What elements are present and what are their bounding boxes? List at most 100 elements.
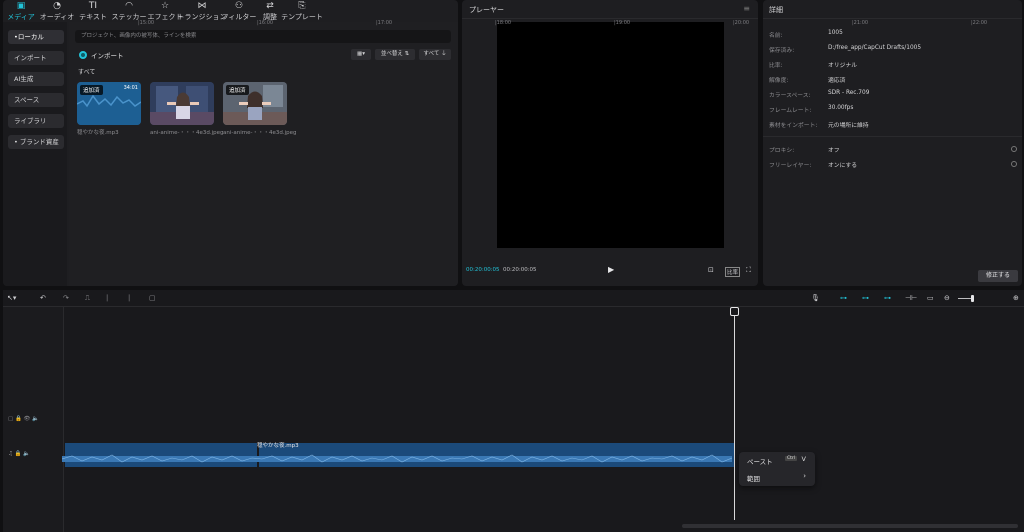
section-all: すべて	[78, 69, 96, 76]
sticker-icon: ◠	[125, 1, 133, 11]
import-radio-icon[interactable]	[79, 51, 87, 59]
preview-icon[interactable]: ▭	[927, 292, 934, 304]
total-timecode: 00:20:00:05	[503, 267, 537, 273]
detail-row-freelayer[interactable]: フリーレイヤー: オンにする	[769, 160, 857, 170]
redo-icon[interactable]: ↷	[63, 292, 69, 304]
context-menu: ペースト Ctrl V 範囲 ›	[739, 452, 815, 486]
play-icon[interactable]: ▶	[608, 265, 614, 274]
sidebar-item-local[interactable]: •ローカル	[8, 30, 64, 44]
detail-row-ratio: 比率: オリジナル	[769, 63, 857, 69]
ratio-button[interactable]: 比率	[725, 267, 741, 277]
divider	[763, 136, 1022, 137]
effect-icon: ☆	[160, 1, 170, 11]
zoom-slider-handle[interactable]	[971, 295, 974, 302]
filter-icon: ⚇	[234, 1, 244, 11]
detail-row-resolution: 解像度: 適応済	[769, 78, 846, 84]
trim-right-icon[interactable]: ⎸	[129, 292, 136, 304]
media-content: プロジェクト、画像内の被写体、ラインを検索 インポート ▦▾ 並べ替え ⇅ すべ…	[69, 22, 458, 286]
tab-audio[interactable]: ◔ オーディオ	[39, 0, 75, 22]
sidebar-item-space[interactable]: スペース	[8, 93, 64, 107]
added-badge: 追加済	[80, 85, 103, 95]
text-icon: TI	[88, 1, 98, 11]
detail-row-framerate: フレームレート: 30.00fps	[769, 105, 854, 114]
media-sidebar: •ローカル インポート AI生成 スペース ライブラリ • ブランド資産	[3, 22, 67, 286]
timeline-panel: ↖▾ ↶ ↷ ⎍ ⎸ ⎸ ▢ 🎙 ⊶ ⊶ ⊶ ⊣⊢ ▭ ⊖ ⊕ ▢ 🔒 👁 🔈 …	[3, 290, 1024, 532]
media-card-image-2[interactable]: 追加済	[223, 82, 287, 125]
magnet-icon[interactable]: ⊶	[862, 292, 869, 304]
sidebar-item-library[interactable]: ライブラリ	[8, 114, 64, 128]
select-tool-icon[interactable]: ↖▾	[7, 292, 16, 304]
fullscreen-icon[interactable]: ⛶	[746, 266, 751, 275]
trim-left-icon[interactable]: ⎸	[107, 292, 114, 304]
tab-text[interactable]: TI テキスト	[75, 0, 111, 22]
tab-adjust[interactable]: ⇄ 調整	[257, 0, 283, 22]
template-icon: ⎘	[298, 1, 306, 11]
link2-icon[interactable]: ⊶	[884, 292, 891, 304]
sidebar-item-ai[interactable]: AI生成	[8, 72, 64, 86]
modify-button[interactable]: 修正する	[978, 270, 1018, 282]
tab-filter[interactable]: ⚇ フィルター	[221, 0, 257, 22]
menu-item-paste[interactable]: ペースト	[747, 456, 773, 466]
info-icon[interactable]	[1011, 161, 1017, 167]
sidebar-item-import[interactable]: インポート	[8, 51, 64, 65]
media-icon: ▣	[16, 1, 26, 11]
transition-icon: ⋈	[197, 1, 207, 11]
info-icon[interactable]	[1011, 146, 1017, 152]
clip-label: 穏やかな夜.mp3	[257, 443, 299, 449]
fit-icon[interactable]: ⊡	[708, 266, 714, 274]
delete-icon[interactable]: ▢	[149, 292, 156, 304]
player-title: プレーヤー	[469, 6, 504, 14]
detail-row-saved: 保存済み: D:/free_app/CapCut Drafts/1005	[769, 45, 922, 54]
media-card-image-1[interactable]	[150, 82, 214, 125]
audio-track-controls[interactable]: ♫ 🔒 🔈	[8, 450, 30, 458]
media-name-audio: 穏やかな夜.mp3	[77, 130, 119, 136]
media-tab-bar: ▣ メディア ◔ オーディオ TI テキスト ◠ ステッカー ☆ エフェクト ⋈ トランジシ…	[3, 0, 458, 22]
zoom-in-icon[interactable]: ⊕	[1013, 292, 1019, 304]
import-label: インポート	[91, 52, 124, 60]
zoom-out-icon[interactable]: ⊖	[944, 292, 950, 304]
detail-row-proxy[interactable]: プロキシ: オフ	[769, 145, 840, 155]
tab-sticker[interactable]: ◠ ステッカー	[111, 0, 147, 22]
divider	[462, 18, 758, 19]
ruler-tick: |19:00	[614, 20, 631, 26]
split-clip-icon[interactable]: ⎍	[85, 292, 90, 304]
chevron-right-icon: ›	[803, 472, 806, 480]
media-panel: ▣ メディア ◔ オーディオ TI テキスト ◠ ステッカー ☆ エフェクト ⋈ トランジシ…	[3, 0, 458, 286]
shortcut-key: V	[801, 455, 806, 463]
preview-screen[interactable]	[497, 22, 724, 248]
horizontal-scrollbar[interactable]	[682, 524, 1018, 528]
media-name-image-1: ani-anime-・・・4e3d.jpeg	[150, 130, 224, 136]
media-name-image-2: ani-anime-・・・4e3d.jpeg	[223, 130, 297, 136]
sort-button[interactable]: 並べ替え ⇅	[375, 49, 415, 60]
tab-transition[interactable]: ⋈ トランジション	[178, 0, 227, 22]
playhead[interactable]	[734, 308, 735, 520]
ruler-tick: |20:00	[733, 20, 750, 26]
filter-button[interactable]: すべて ⏚	[419, 49, 451, 60]
anime-thumb-1	[150, 82, 214, 125]
ruler-tick: |16:00	[257, 20, 274, 26]
detail-row-colorspace: カラースペース: SDR - Rec.709	[769, 90, 870, 99]
duration-label: 34:01	[123, 85, 138, 91]
tab-media[interactable]: ▣ メディア	[3, 0, 39, 22]
sidebar-item-brand[interactable]: • ブランド資産	[8, 135, 64, 149]
link-icon[interactable]: ⊶	[840, 292, 847, 304]
ruler-tick: |18:00	[495, 20, 512, 26]
undo-icon[interactable]: ↶	[40, 292, 46, 304]
detail-row-name: 名前: 1005	[769, 30, 843, 39]
audio-waveform	[62, 454, 732, 463]
ruler-tick: |21:00	[852, 20, 869, 26]
menu-item-range[interactable]: 範囲	[747, 473, 760, 483]
video-track-controls[interactable]: ▢ 🔒 👁 🔈	[8, 415, 39, 423]
detail-row-import: 素材をインポート: 元の場所に維持	[769, 123, 869, 129]
search-input[interactable]: プロジェクト、画像内の被写体、ラインを検索	[75, 30, 451, 43]
added-badge: 追加済	[226, 85, 249, 95]
playhead-handle[interactable]	[730, 307, 739, 316]
menu-icon[interactable]: ≡	[743, 4, 750, 13]
media-card-audio[interactable]: 追加済 34:01	[77, 82, 141, 125]
tab-template[interactable]: ⎘ テンプレート	[281, 0, 323, 22]
split-icon[interactable]: ⊣⊢	[905, 292, 917, 304]
mic-icon[interactable]: 🎙	[811, 292, 820, 304]
view-menu-button[interactable]: ▦▾	[351, 49, 371, 60]
import-row[interactable]: インポート	[79, 50, 124, 60]
details-panel: 詳細 名前: 1005 保存済み: D:/free_app/CapCut Draft…	[763, 0, 1022, 286]
